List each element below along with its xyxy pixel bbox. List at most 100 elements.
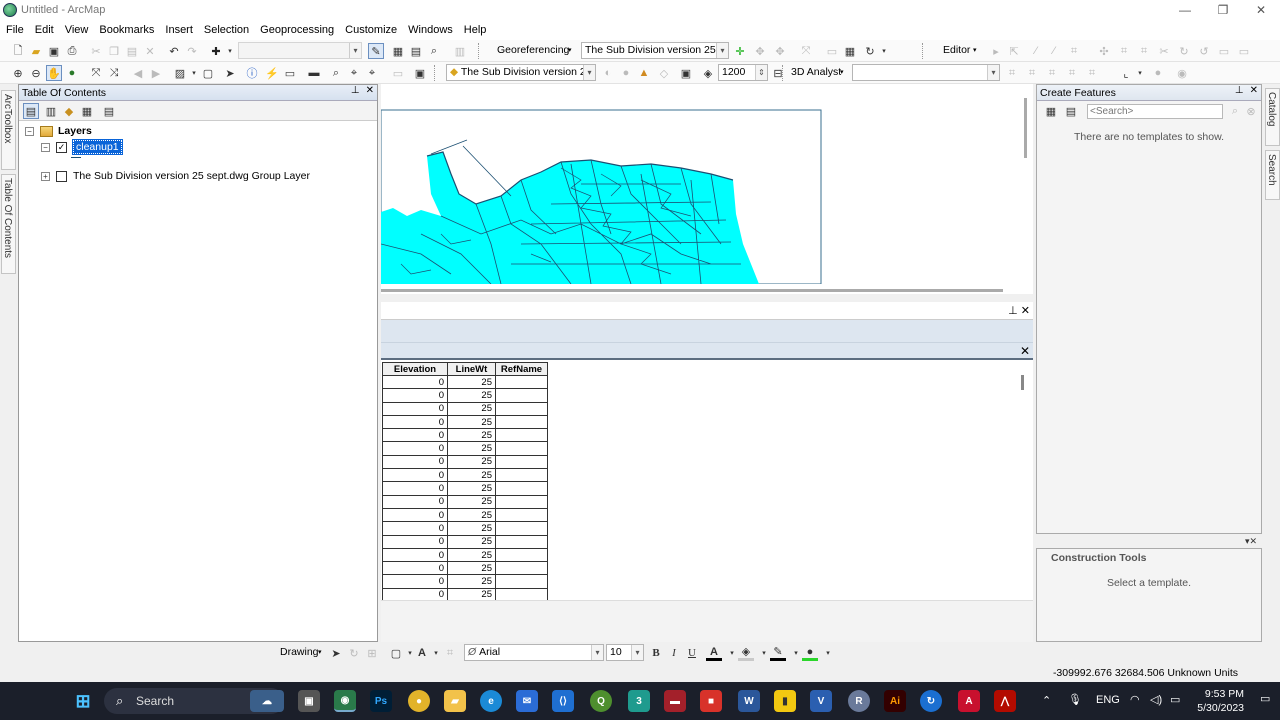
table-cell[interactable]: 0 <box>382 414 448 430</box>
battery-icon[interactable]: ▭ <box>1170 693 1180 706</box>
interpolate-line-icon[interactable]: ⌗ <box>1004 65 1020 81</box>
endpoint-arc-icon[interactable]: ⁄ <box>1046 43 1062 59</box>
table-row[interactable]: 0 25 <box>382 561 548 576</box>
scale-combo-disabled[interactable]: ▾ <box>238 42 362 59</box>
table-cell[interactable]: 25 <box>447 521 496 536</box>
pin-icon[interactable]: ⊥ <box>351 85 360 96</box>
search-tab[interactable]: Search <box>1265 150 1280 200</box>
contour-icon[interactable]: ⌗ <box>1084 65 1100 81</box>
qgis-icon[interactable]: Q <box>590 690 612 712</box>
menu-selection[interactable]: Selection <box>204 24 249 36</box>
map-vertical-scrollbar[interactable] <box>1019 84 1033 294</box>
table-of-contents-tab[interactable]: Table Of Contents <box>1 174 16 274</box>
table-row[interactable]: 0 25 <box>382 507 548 523</box>
collapse-icon[interactable]: − <box>25 126 34 136</box>
table-row[interactable]: 0 25 <box>382 441 548 456</box>
table-cell[interactable]: 0 <box>382 507 448 523</box>
menu-windows[interactable]: Windows <box>408 24 453 36</box>
menu-help[interactable]: Help <box>464 24 487 36</box>
table-cell[interactable] <box>495 507 548 523</box>
word-icon[interactable]: W <box>738 690 760 712</box>
attributes-icon[interactable]: ↺ <box>1196 43 1212 59</box>
template-view-icon[interactable]: ▤ <box>1063 103 1079 119</box>
news-widget-icon[interactable]: ☁ <box>250 690 284 712</box>
power-bi-icon[interactable]: ▮ <box>774 690 796 712</box>
scroll-thumb[interactable] <box>381 289 1003 292</box>
table-cell[interactable] <box>495 441 548 456</box>
table-cell[interactable]: 25 <box>447 428 496 443</box>
table-cell[interactable]: 0 <box>382 428 448 443</box>
italic-button[interactable]: I <box>666 645 682 661</box>
table-row[interactable]: 0 25 <box>382 481 548 496</box>
scale-icon[interactable]: ◈ <box>700 65 716 81</box>
table-of-contents-icon[interactable]: ▦ <box>390 43 406 59</box>
open-folder-icon[interactable]: ▰ <box>28 43 44 59</box>
delete-icon[interactable]: ✕ <box>142 43 158 59</box>
toc-options-icon[interactable]: ▤ <box>101 103 117 119</box>
arctoolbox-icon[interactable]: ▥ <box>452 43 468 59</box>
table-cell[interactable]: 25 <box>447 388 496 403</box>
menu-bookmarks[interactable]: Bookmarks <box>99 24 154 36</box>
trace-icon[interactable]: ⌗ <box>1066 43 1082 59</box>
search-window-icon[interactable]: ⌕ <box>426 43 442 59</box>
font-color-icon[interactable]: A <box>706 645 722 661</box>
new-document-icon[interactable]: 🗋 <box>10 43 26 59</box>
cut-icon[interactable]: ✂ <box>88 43 104 59</box>
georef-layer-combo[interactable]: The Sub Division version 25 sept ▾ <box>581 42 729 59</box>
table-cell[interactable] <box>495 454 548 470</box>
scroll-thumb[interactable] <box>1024 98 1027 158</box>
create-viewer-window-icon[interactable]: ▣ <box>412 65 428 81</box>
table-row[interactable]: 0 25 <box>382 521 548 536</box>
table-cell[interactable]: 25 <box>447 494 496 509</box>
column-header-refname[interactable]: RefName <box>495 362 548 376</box>
layer-visibility-checkbox[interactable]: ✓ <box>56 141 67 153</box>
time-slider-icon[interactable]: ▭ <box>390 65 406 81</box>
table-cell[interactable]: 0 <box>382 521 448 536</box>
catalog-tab[interactable]: Catalog <box>1265 88 1280 146</box>
rotate-tool-icon[interactable]: ↻ <box>1176 43 1192 59</box>
taskbar-clock[interactable]: 9:53 PM 5/30/2023 <box>1197 687 1244 715</box>
task-view-icon[interactable]: ▣ <box>298 690 320 712</box>
chevron-down-icon[interactable]: ▾ <box>820 645 836 661</box>
table-cell[interactable] <box>495 574 548 589</box>
menu-edit[interactable]: Edit <box>35 24 54 36</box>
font-size-select[interactable]: 10 ▾ <box>606 644 644 661</box>
acrobat-icon[interactable]: ⋀ <box>994 690 1016 712</box>
list-by-source-icon[interactable]: ▥ <box>43 103 59 119</box>
photoshop-icon[interactable]: Ps <box>370 690 392 712</box>
edit-vertices-icon[interactable]: ⌗ <box>442 645 458 661</box>
underline-button[interactable]: U <box>684 645 700 661</box>
copy-icon[interactable]: ❐ <box>106 43 122 59</box>
close-icon[interactable]: ✕ <box>1021 305 1030 317</box>
column-header-linewt[interactable]: LineWt <box>447 362 496 376</box>
table-row[interactable]: 0 25 <box>382 574 548 589</box>
sketch-properties-icon[interactable]: ▭ <box>1216 43 1232 59</box>
close-table-icon[interactable]: ✕ <box>1020 344 1030 358</box>
clear-selection-icon[interactable]: ▢ <box>200 65 216 81</box>
redo-icon[interactable]: ↷ <box>184 43 200 59</box>
table-cell[interactable]: 0 <box>382 481 448 496</box>
collapse-icon[interactable]: − <box>41 142 50 152</box>
table-cell[interactable]: 0 <box>382 561 448 576</box>
map-canvas[interactable] <box>380 84 1031 285</box>
speaker-icon[interactable]: ◁) <box>1150 693 1162 706</box>
go-to-xy-icon[interactable]: ⌖ <box>364 65 380 81</box>
table-cell[interactable]: 0 <box>382 468 448 483</box>
table-cell[interactable]: 25 <box>447 414 496 430</box>
find-icon[interactable]: ⌕ <box>328 65 344 81</box>
list-by-selection-icon[interactable]: ▦ <box>79 103 95 119</box>
edit-annotation-icon[interactable]: ⇱ <box>1006 43 1022 59</box>
swipe-icon[interactable]: ◇ <box>656 65 672 81</box>
table-cell[interactable]: 0 <box>382 494 448 509</box>
windows-start-icon[interactable]: ⊞ <box>72 690 94 712</box>
georeferencing-menu[interactable]: Georeferencing <box>497 44 569 56</box>
layers-root-node[interactable]: − Layers <box>25 125 92 137</box>
create-features-icon[interactable]: ▭ <box>1236 43 1252 59</box>
table-cell[interactable] <box>495 401 548 416</box>
table-row[interactable]: 0 25 <box>382 547 548 563</box>
expand-icon[interactable]: + <box>41 171 50 181</box>
search-icon[interactable]: ⌕ <box>1227 103 1243 119</box>
measure-icon[interactable]: ▬ <box>306 65 322 81</box>
link-table-icon[interactable]: ▦ <box>842 43 858 59</box>
column-header-elevation[interactable]: Elevation <box>382 362 448 376</box>
